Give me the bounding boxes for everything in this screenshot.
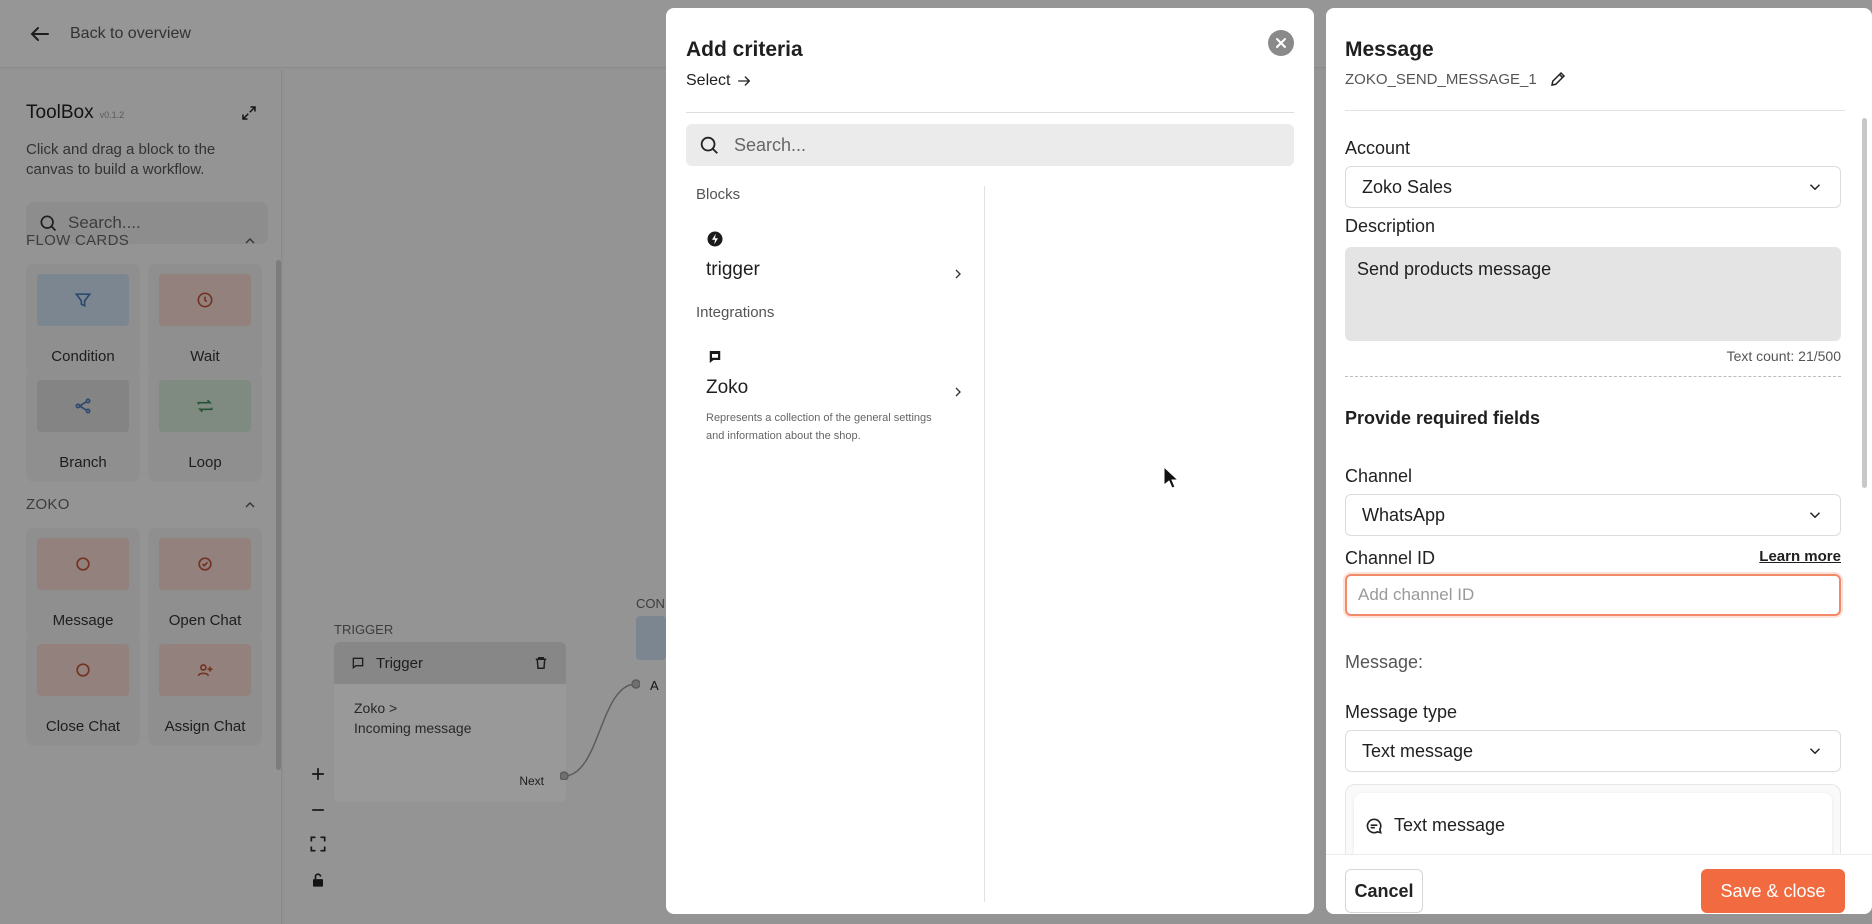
- dashed-divider: [1345, 376, 1841, 377]
- save-close-button[interactable]: Save & close: [1701, 869, 1845, 913]
- account-label: Account: [1345, 138, 1411, 158]
- modal-title: Add criteria: [686, 38, 803, 61]
- blocks-group-label: Blocks: [696, 186, 741, 203]
- text-count: Text count: 21/500: [1726, 348, 1841, 364]
- message-config-panel: Message ZOKO_SEND_MESSAGE_1 Account Zoko…: [1326, 8, 1872, 914]
- channel-id-label: Channel ID: [1345, 548, 1436, 568]
- channel-id-input[interactable]: [1345, 574, 1841, 616]
- bolt-icon: [707, 231, 723, 247]
- pencil-icon[interactable]: [1549, 70, 1567, 88]
- integration-item-zoko[interactable]: Zoko Represents a collection of the gene…: [696, 348, 974, 445]
- criteria-search[interactable]: [686, 124, 1294, 166]
- integration-item-name: Zoko: [706, 377, 749, 398]
- account-select[interactable]: Zoko Sales: [1345, 166, 1841, 208]
- message-type-select[interactable]: Text message: [1345, 730, 1841, 772]
- divider: [1345, 110, 1845, 111]
- close-button[interactable]: [1268, 30, 1294, 56]
- required-fields-title: Provide required fields: [1345, 408, 1541, 428]
- panel-footer: Cancel Save & close: [1326, 854, 1872, 914]
- cancel-button[interactable]: Cancel: [1345, 869, 1423, 913]
- mouse-cursor-icon: [1163, 466, 1179, 489]
- chat-icon: [709, 351, 721, 363]
- chevron-down-icon: [1809, 748, 1821, 755]
- search-icon: [700, 136, 718, 154]
- message-bubble-icon: [1366, 818, 1382, 834]
- description-textarea[interactable]: Send products message: [1345, 247, 1841, 341]
- message-type-label: Message type: [1345, 702, 1458, 722]
- channel-select[interactable]: WhatsApp: [1345, 494, 1841, 536]
- select-breadcrumb[interactable]: Select: [686, 72, 752, 90]
- integrations-group-label: Integrations: [696, 304, 775, 321]
- chevron-right-icon: [955, 269, 961, 279]
- learn-more-link[interactable]: Learn more: [1759, 548, 1841, 565]
- message-label: Message:: [1345, 652, 1424, 672]
- chevron-down-icon: [1809, 184, 1821, 191]
- block-id: ZOKO_SEND_MESSAGE_1: [1345, 70, 1567, 88]
- arrow-right-icon: [738, 76, 751, 86]
- add-criteria-modal: Add criteria Select Blocks trigger Integ…: [666, 8, 1314, 914]
- integration-item-description: Represents a collection of the general s…: [706, 412, 932, 442]
- chevron-down-icon: [1809, 512, 1821, 519]
- panel-title: Message: [1345, 38, 1434, 61]
- criteria-search-input[interactable]: [734, 134, 1274, 156]
- channel-label: Channel: [1345, 466, 1413, 486]
- column-divider: [984, 186, 985, 902]
- description-label: Description: [1345, 216, 1436, 236]
- chevron-right-icon: [955, 387, 961, 397]
- panel-scrollbar[interactable]: [1862, 118, 1867, 488]
- block-item-trigger[interactable]: trigger: [696, 230, 974, 281]
- close-icon: [1276, 38, 1286, 48]
- block-item-name: trigger: [706, 259, 760, 280]
- divider: [686, 112, 1294, 113]
